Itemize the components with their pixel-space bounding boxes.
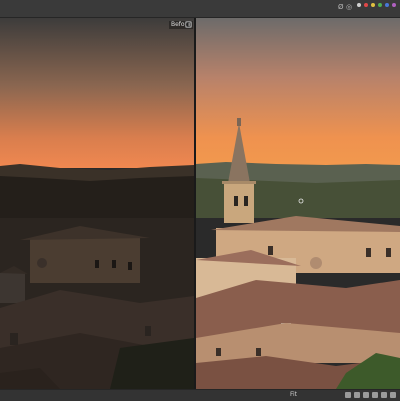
crop-icon[interactable] [354,392,360,398]
rotate-icon[interactable] [345,392,351,398]
color-label-gray[interactable] [357,3,361,7]
split-view-icon[interactable]: ◐ [185,21,192,28]
zoom-select[interactable]: Fit [290,391,297,399]
target-tool[interactable]: ◎ [346,3,352,12]
top-toolbar: Ø ◎ [0,0,400,18]
compare-viewport[interactable]: Before ◐ [0,18,400,389]
color-label-red[interactable] [364,3,368,7]
color-picker-tool[interactable]: Ø [338,3,344,12]
color-label-purple[interactable] [392,3,396,7]
before-image[interactable]: Before ◐ [0,18,194,389]
compare-icon[interactable] [363,392,369,398]
settings-icon[interactable] [390,392,396,398]
info-icon[interactable] [381,392,387,398]
color-label-blue[interactable] [385,3,389,7]
color-label-green[interactable] [378,3,382,7]
color-label-yellow[interactable] [371,3,375,7]
bottom-tools [345,392,396,398]
grid-icon[interactable] [372,392,378,398]
color-label-filter [357,3,396,7]
bottom-toolbar: Fit [0,389,400,401]
after-image[interactable] [196,18,400,389]
